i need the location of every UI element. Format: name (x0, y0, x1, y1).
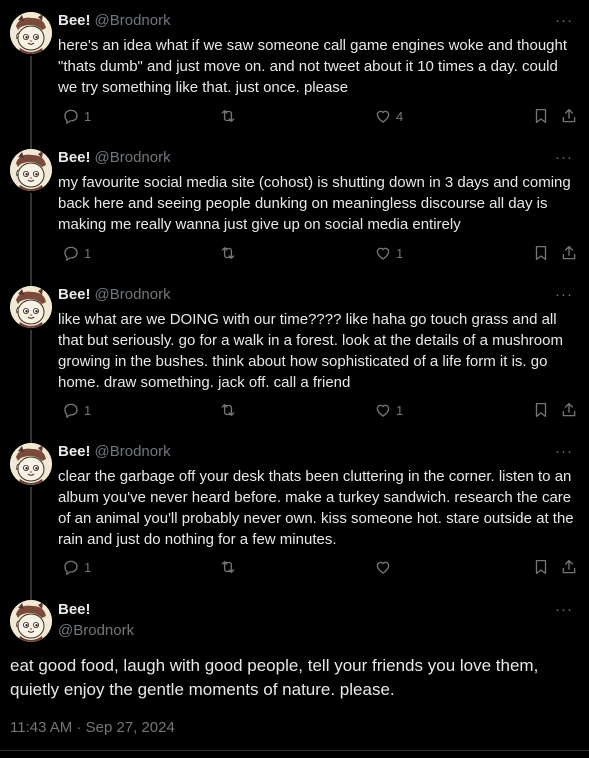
display-name[interactable]: Bee! (58, 12, 91, 29)
share-icon (560, 244, 578, 262)
reply-count: 1 (84, 559, 92, 575)
divider (0, 750, 589, 751)
avatar[interactable] (10, 12, 52, 54)
tweet-header: Bee! @Brodnork (58, 443, 171, 461)
heart-icon (374, 558, 392, 576)
display-name[interactable]: Bee! (58, 601, 91, 618)
retweet-button[interactable] (215, 244, 237, 262)
user-handle[interactable]: @Brodnork (95, 12, 171, 29)
more-icon[interactable]: ··· (555, 149, 573, 166)
retweet-button[interactable] (215, 401, 237, 419)
display-name[interactable]: Bee! (58, 443, 91, 460)
retweet-button[interactable] (215, 107, 237, 125)
avatar[interactable] (10, 286, 52, 328)
tweet-text: here's an idea what if we saw someone ca… (58, 37, 568, 96)
reply-button[interactable]: 1 (58, 107, 91, 125)
user-handle[interactable]: @Brodnork (58, 622, 134, 639)
share-button[interactable] (556, 244, 578, 262)
tweet-header: Bee! @Brodnork (58, 12, 171, 30)
like-button[interactable]: 1 (370, 244, 403, 262)
avatar[interactable] (10, 149, 52, 191)
more-icon[interactable]: ··· (555, 286, 573, 303)
reply-count: 1 (84, 245, 92, 261)
bookmark-icon (532, 401, 550, 419)
heart-icon (374, 244, 392, 262)
tweet[interactable]: Bee! @Brodnork ··· clear the garbage off … (0, 431, 589, 591)
reply-count: 1 (84, 402, 92, 418)
share-icon (560, 401, 578, 419)
more-icon[interactable]: ··· (555, 601, 573, 618)
user-handle[interactable]: @Brodnork (95, 286, 171, 303)
tweet-text: my favourite social media site (cohost) … (58, 174, 571, 233)
tweet-header: Bee! @Brodnork (58, 149, 171, 167)
like-button[interactable]: 4 (370, 107, 403, 125)
share-button[interactable] (556, 401, 578, 419)
bookmark-button[interactable] (528, 558, 550, 576)
like-count: 1 (396, 402, 404, 418)
bookmark-button[interactable] (528, 244, 550, 262)
tweet[interactable]: Bee! @Brodnork ··· like what are we DOING… (0, 274, 589, 434)
like-button[interactable]: 1 (370, 401, 403, 419)
bookmark-icon (532, 558, 550, 576)
reply-button[interactable]: 1 (58, 401, 91, 419)
retweet-button[interactable] (215, 558, 237, 576)
reply-icon (62, 107, 80, 125)
action-bar: 1 1 (58, 401, 578, 421)
retweet-icon (219, 401, 237, 419)
main-tweet-text: eat good food, laugh with good people, t… (10, 656, 539, 699)
more-icon[interactable]: ··· (555, 443, 573, 460)
reply-button[interactable]: 1 (58, 558, 91, 576)
bookmark-button[interactable] (528, 401, 550, 419)
tweet[interactable]: Bee! @Brodnork ··· my favourite social me… (0, 137, 589, 277)
tweet-header: Bee! @Brodnork (58, 286, 171, 304)
like-count: 1 (396, 245, 404, 261)
avatar[interactable] (10, 443, 52, 485)
share-button[interactable] (556, 107, 578, 125)
action-bar: 1 1 (58, 244, 578, 264)
user-handle[interactable]: @Brodnork (95, 443, 171, 460)
bookmark-icon (532, 244, 550, 262)
avatar[interactable] (10, 600, 52, 642)
more-icon[interactable]: ··· (555, 12, 573, 29)
bookmark-button[interactable] (528, 107, 550, 125)
action-bar: 1 4 (58, 107, 578, 127)
user-handle[interactable]: @Brodnork (95, 149, 171, 166)
retweet-icon (219, 244, 237, 262)
like-button[interactable] (370, 558, 396, 576)
reply-icon (62, 558, 80, 576)
reply-icon (62, 401, 80, 419)
tweet-text: like what are we DOING with our time????… (58, 311, 563, 391)
like-count: 4 (396, 108, 404, 124)
share-button[interactable] (556, 558, 578, 576)
share-icon (560, 558, 578, 576)
display-name[interactable]: Bee! (58, 286, 91, 303)
action-bar: 1 (58, 558, 578, 578)
tweet-text: clear the garbage off your desk thats be… (58, 468, 574, 548)
retweet-icon (219, 107, 237, 125)
share-icon (560, 107, 578, 125)
tweet[interactable]: Bee! @Brodnork ··· here's an idea what if… (0, 0, 589, 140)
heart-icon (374, 401, 392, 419)
reply-icon (62, 244, 80, 262)
bookmark-icon (532, 107, 550, 125)
reply-button[interactable]: 1 (58, 244, 91, 262)
retweet-icon (219, 558, 237, 576)
heart-icon (374, 107, 392, 125)
display-name[interactable]: Bee! (58, 149, 91, 166)
reply-count: 1 (84, 108, 92, 124)
timestamp[interactable]: 11:43 AM · Sep 27, 2024 (10, 719, 175, 736)
